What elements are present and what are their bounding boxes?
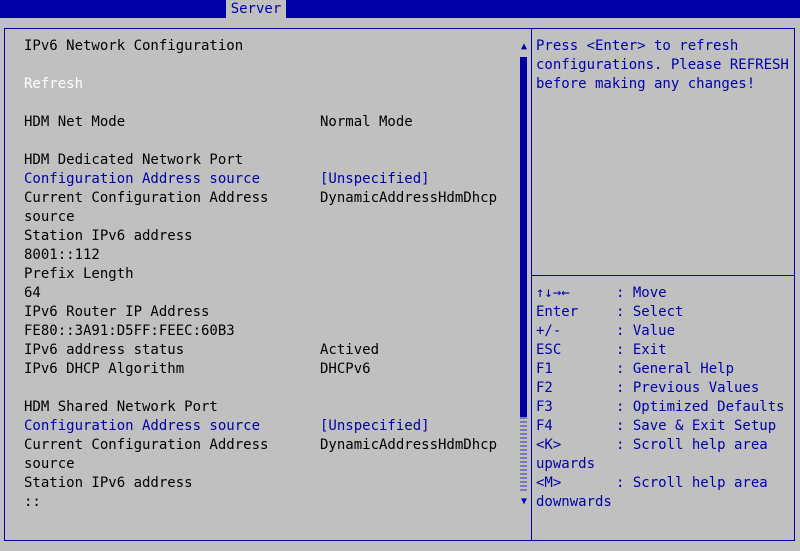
main-frame [4,28,795,541]
net-mode-label: HDM Net Mode [24,114,126,130]
dedicated-status-label: IPv6 address status [24,342,185,358]
key-f4: F4 [536,418,553,434]
dedicated-dhcp-label: IPv6 DHCP Algorithm [24,361,185,377]
panel-divider [531,28,532,540]
key-enter-action: : Select [616,304,684,320]
key-f1-action: : General Help [616,361,735,377]
shared-current-source-value: DynamicAddressHdmDhcp [320,437,498,453]
key-move-action: : Move [616,285,667,301]
scrollbar-track[interactable] [520,417,527,493]
refresh-item[interactable]: Refresh [24,75,83,94]
dedicated-router-value: FE80::3A91:D5FF:FEEC:60B3 [24,323,235,339]
shared-config-source-label[interactable]: Configuration Address source [24,417,260,436]
dedicated-prefix-value: 64 [24,285,41,301]
key-f2-action: : Previous Values [616,380,760,396]
dedicated-current-source-value: DynamicAddressHdmDhcp [320,190,498,206]
dedicated-prefix-label: Prefix Length [24,266,134,282]
shared-station-value: :: [24,494,41,510]
dedicated-station-label: Station IPv6 address [24,228,193,244]
key-f1: F1 [536,361,553,377]
dedicated-station-value: 8001::112 [24,247,100,263]
shared-port-heading: HDM Shared Network Port [24,399,218,415]
key-f3: F3 [536,399,553,415]
key-m-action-cont: downwards [536,494,612,510]
help-text-line: before making any changes! [536,76,756,92]
shared-station-label: Station IPv6 address [24,475,193,491]
scroll-down-icon[interactable]: ▼ [518,496,530,508]
tab-server[interactable]: Server [226,0,286,18]
net-mode-value: Normal Mode [320,114,413,130]
dedicated-config-source-select[interactable]: [Unspecified] [320,170,430,189]
help-text-line: configurations. Please REFRESH [536,57,789,73]
key-enter: Enter [536,304,579,320]
key-value: +/- [536,323,562,339]
key-move: ↑↓→← [536,285,570,301]
page-title: IPv6 Network Configuration [24,38,244,54]
key-f2: F2 [536,380,553,396]
dedicated-current-source-label-cont: source [24,209,75,225]
key-f4-action: : Save & Exit Setup [616,418,777,434]
key-m: <M> [536,475,562,491]
key-esc-action: : Exit [616,342,667,358]
key-value-action: : Value [616,323,676,339]
key-k: <K> [536,437,562,453]
help-text-line: Press <Enter> to refresh [536,38,739,54]
key-f3-action: : Optimized Defaults [616,399,785,415]
key-m-action: : Scroll help area [616,475,768,491]
help-divider [532,275,794,276]
dedicated-dhcp-value: DHCPv6 [320,361,371,377]
shared-current-source-label-cont: source [24,456,75,472]
top-bar [0,0,800,18]
shared-config-source-select[interactable]: [Unspecified] [320,417,430,436]
key-k-action: : Scroll help area [616,437,768,453]
shared-current-source-label: Current Configuration Address [24,437,269,453]
scrollbar-thumb[interactable] [520,57,527,417]
dedicated-current-source-label: Current Configuration Address [24,190,269,206]
key-esc: ESC [536,342,562,358]
scroll-up-icon[interactable]: ▲ [518,41,530,53]
dedicated-port-heading: HDM Dedicated Network Port [24,152,244,168]
dedicated-config-source-label[interactable]: Configuration Address source [24,170,260,189]
dedicated-status-value: Actived [320,342,380,358]
key-k-action-cont: upwards [536,456,596,472]
dedicated-router-label: IPv6 Router IP Address [24,304,210,320]
